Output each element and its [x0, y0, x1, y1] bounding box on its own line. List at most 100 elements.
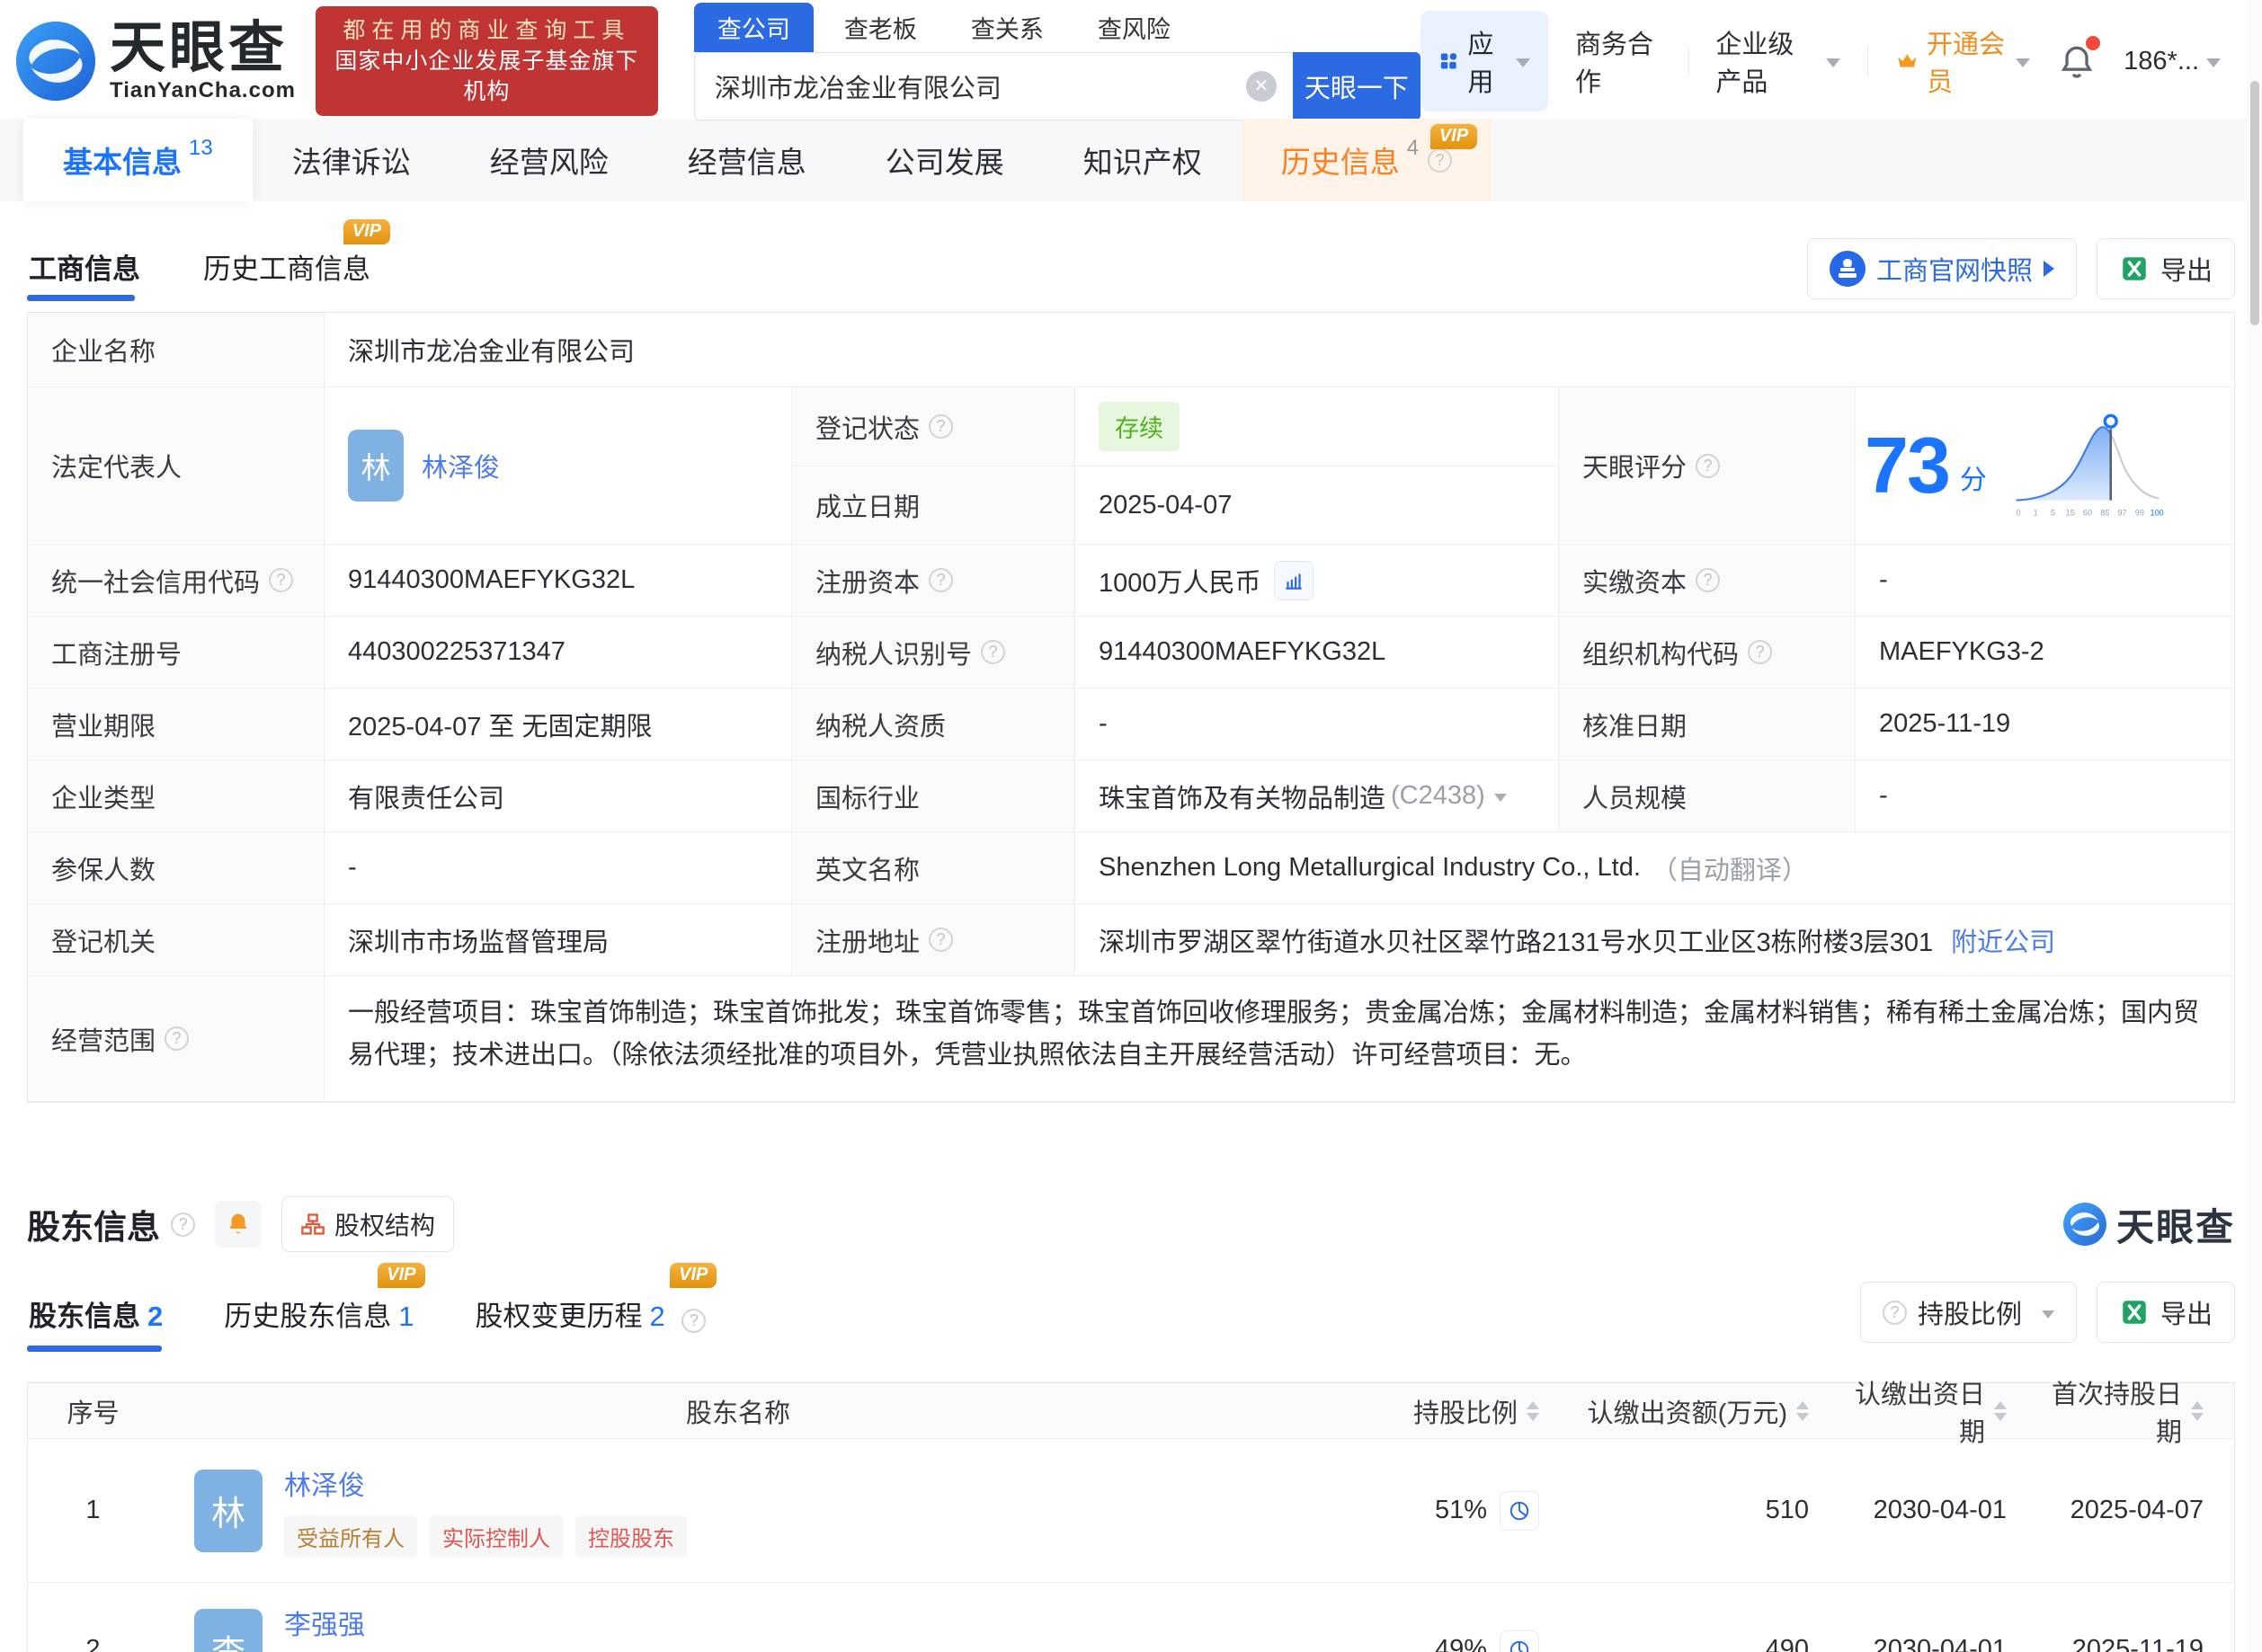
legal-rep-link[interactable]: 林泽俊	[422, 447, 500, 484]
shareholder-link[interactable]: 李强强	[284, 1611, 365, 1640]
search-tab-relation[interactable]: 查关系	[948, 3, 1067, 52]
help-icon[interactable]: ?	[1696, 568, 1720, 592]
pie-chart-icon[interactable]	[1500, 1630, 1539, 1652]
amount-cell: 510	[1570, 1439, 1839, 1583]
notifications[interactable]	[2057, 41, 2097, 81]
ratio-label: 持股比例	[1918, 1293, 2022, 1331]
help-icon[interactable]: ?	[165, 1026, 189, 1051]
col-header-index: 序号	[28, 1383, 158, 1439]
sort-icon[interactable]	[1527, 1401, 1539, 1421]
nearby-companies-link[interactable]: 附近公司	[1951, 921, 2055, 959]
watermark-logo: 天眼查	[2062, 1197, 2235, 1252]
tab-label: 公司发展	[886, 138, 1004, 182]
help-icon[interactable]: ?	[929, 568, 953, 592]
watermark-text: 天眼查	[2116, 1197, 2235, 1252]
help-icon: ?	[1883, 1301, 1907, 1325]
header-text: 股东名称	[686, 1392, 790, 1430]
search-tabs: 查公司 查老板 查关系 查风险	[694, 3, 1420, 52]
scrollbar-thumb[interactable]	[2250, 81, 2259, 325]
tab-intellectual-property[interactable]: 知识产权	[1044, 119, 1242, 201]
sort-icon[interactable]	[1796, 1401, 1809, 1421]
chevron-down-icon	[1826, 58, 1840, 67]
avatar: 林	[194, 1470, 263, 1552]
industry-value[interactable]: 珠宝首饰及有关物品制造 (C2438)	[1075, 760, 1559, 832]
active-underline	[27, 1346, 162, 1352]
help-icon[interactable]: ?	[1428, 148, 1452, 173]
tab-label: 历史股东信息	[224, 1301, 391, 1332]
slogan-line1: 都在用的商业查询工具	[330, 15, 644, 46]
help-icon[interactable]: ?	[681, 1309, 706, 1333]
value-text: 珠宝首饰及有关物品制造	[1099, 777, 1385, 815]
help-icon[interactable]: ?	[981, 640, 1005, 664]
pay-date-cell: 2030-04-01	[1839, 1583, 2037, 1652]
search-area: 查公司 查老板 查关系 查风险 ✕ 天眼一下	[694, 3, 1420, 120]
label-text: 企业类型	[51, 777, 156, 815]
score-value: 73	[1865, 420, 1949, 511]
label-text: 登记机关	[51, 921, 156, 959]
tab-label: 经营信息	[688, 138, 806, 182]
col-header-ratio[interactable]: 持股比例	[1318, 1383, 1570, 1439]
tab-operating-risk[interactable]: 经营风险	[450, 119, 648, 201]
search-tab-boss[interactable]: 查老板	[821, 3, 940, 52]
sort-icon[interactable]	[1994, 1401, 2007, 1421]
shareholder-link[interactable]: 林泽俊	[284, 1471, 365, 1501]
business-info-table: 企业名称 深圳市龙冶金业有限公司 法定代表人 林 林泽俊 登记状态 ? 存续 成…	[27, 312, 2235, 1103]
label-text: 实缴资本	[1582, 562, 1687, 600]
tab-basic-info[interactable]: 基本信息 13	[23, 119, 253, 201]
sort-icon[interactable]	[2191, 1401, 2204, 1421]
tab-legal[interactable]: 法律诉讼	[253, 119, 450, 201]
row-index: 2	[28, 1583, 158, 1652]
help-icon[interactable]: ?	[171, 1212, 195, 1237]
subtab-history-business-info[interactable]: VIP 历史工商信息	[201, 232, 372, 306]
credit-code-value: 91440300MAEFYKG32L	[325, 545, 792, 617]
col-header-first-date[interactable]: 首次持股日期	[2037, 1383, 2234, 1439]
excel-icon	[2119, 1297, 2150, 1328]
tab-company-development[interactable]: 公司发展	[846, 119, 1044, 201]
tab-shareholders[interactable]: 股东信息2	[27, 1275, 165, 1355]
vip-label: 开通会员	[1927, 23, 2008, 99]
clear-search-icon[interactable]: ✕	[1246, 71, 1277, 102]
ratio-text: 49%	[1435, 1635, 1487, 1652]
nav-cooperation[interactable]: 商务合作	[1575, 23, 1661, 99]
help-icon[interactable]: ?	[1696, 454, 1720, 478]
score-axis-ticks: 0 1 5 15 60 85 97 99 100	[2016, 509, 2163, 518]
slogan-badge: 都在用的商业查询工具 国家中小企业发展子基金旗下机构	[316, 6, 658, 116]
search-tab-risk[interactable]: 查风险	[1074, 3, 1194, 52]
col-header-amount[interactable]: 认缴出资额(万元)	[1570, 1383, 1839, 1439]
field-label: 纳税人资质	[792, 688, 1075, 760]
help-icon[interactable]: ?	[269, 568, 293, 592]
tab-history-info[interactable]: VIP 历史信息 4 ?	[1242, 119, 1492, 201]
tab-history-shareholders[interactable]: VIP 历史股东信息1	[222, 1275, 415, 1355]
monitor-bell-button[interactable]	[215, 1201, 262, 1248]
search-tab-company[interactable]: 查公司	[694, 3, 814, 52]
user-account[interactable]: 186*...	[2124, 47, 2221, 76]
tab-label: 历史信息	[1281, 138, 1400, 182]
tab-equity-change-history[interactable]: VIP 股权变更历程2 ?	[474, 1275, 708, 1355]
field-label: 实缴资本 ?	[1559, 545, 1856, 617]
subtab-business-info[interactable]: 工商信息	[27, 232, 142, 306]
col-header-pay-date[interactable]: 认缴出资日期	[1839, 1383, 2037, 1439]
official-snapshot-button[interactable]: 工商官网快照	[1807, 238, 2077, 299]
nav-enterprise[interactable]: 企业级产品	[1715, 23, 1840, 99]
ratio-filter-button[interactable]: ? 持股比例	[1860, 1282, 2077, 1343]
help-icon[interactable]: ?	[1748, 640, 1772, 664]
help-icon[interactable]: ?	[929, 414, 953, 439]
page-scrollbar[interactable]	[2248, 0, 2262, 1652]
logo-text: 天眼查 TianYanCha.com	[110, 19, 296, 102]
tianyancha-logo-icon	[14, 20, 97, 102]
help-icon[interactable]: ?	[929, 928, 953, 952]
tab-count: 2	[650, 1301, 665, 1332]
apps-menu[interactable]: 应用	[1420, 11, 1548, 111]
logo[interactable]: 天眼查 TianYanCha.com	[14, 19, 296, 102]
search-button[interactable]: 天眼一下	[1293, 52, 1420, 120]
value-text: 深圳市罗湖区翠竹街道水贝社区翠竹路2131号水贝工业区3栋附楼3层301	[1099, 921, 1933, 959]
export-button[interactable]: 导出	[2097, 238, 2235, 299]
tab-operating-info[interactable]: 经营信息	[648, 119, 846, 201]
equity-structure-button[interactable]: 股权结构	[281, 1196, 454, 1252]
search-input[interactable]	[694, 52, 1293, 120]
capital-chart-icon[interactable]	[1274, 561, 1314, 600]
nav-vip[interactable]: 开通会员	[1895, 23, 2030, 99]
chevron-down-icon	[1494, 794, 1507, 802]
pie-chart-icon[interactable]	[1500, 1491, 1539, 1531]
export-button[interactable]: 导出	[2097, 1282, 2235, 1343]
